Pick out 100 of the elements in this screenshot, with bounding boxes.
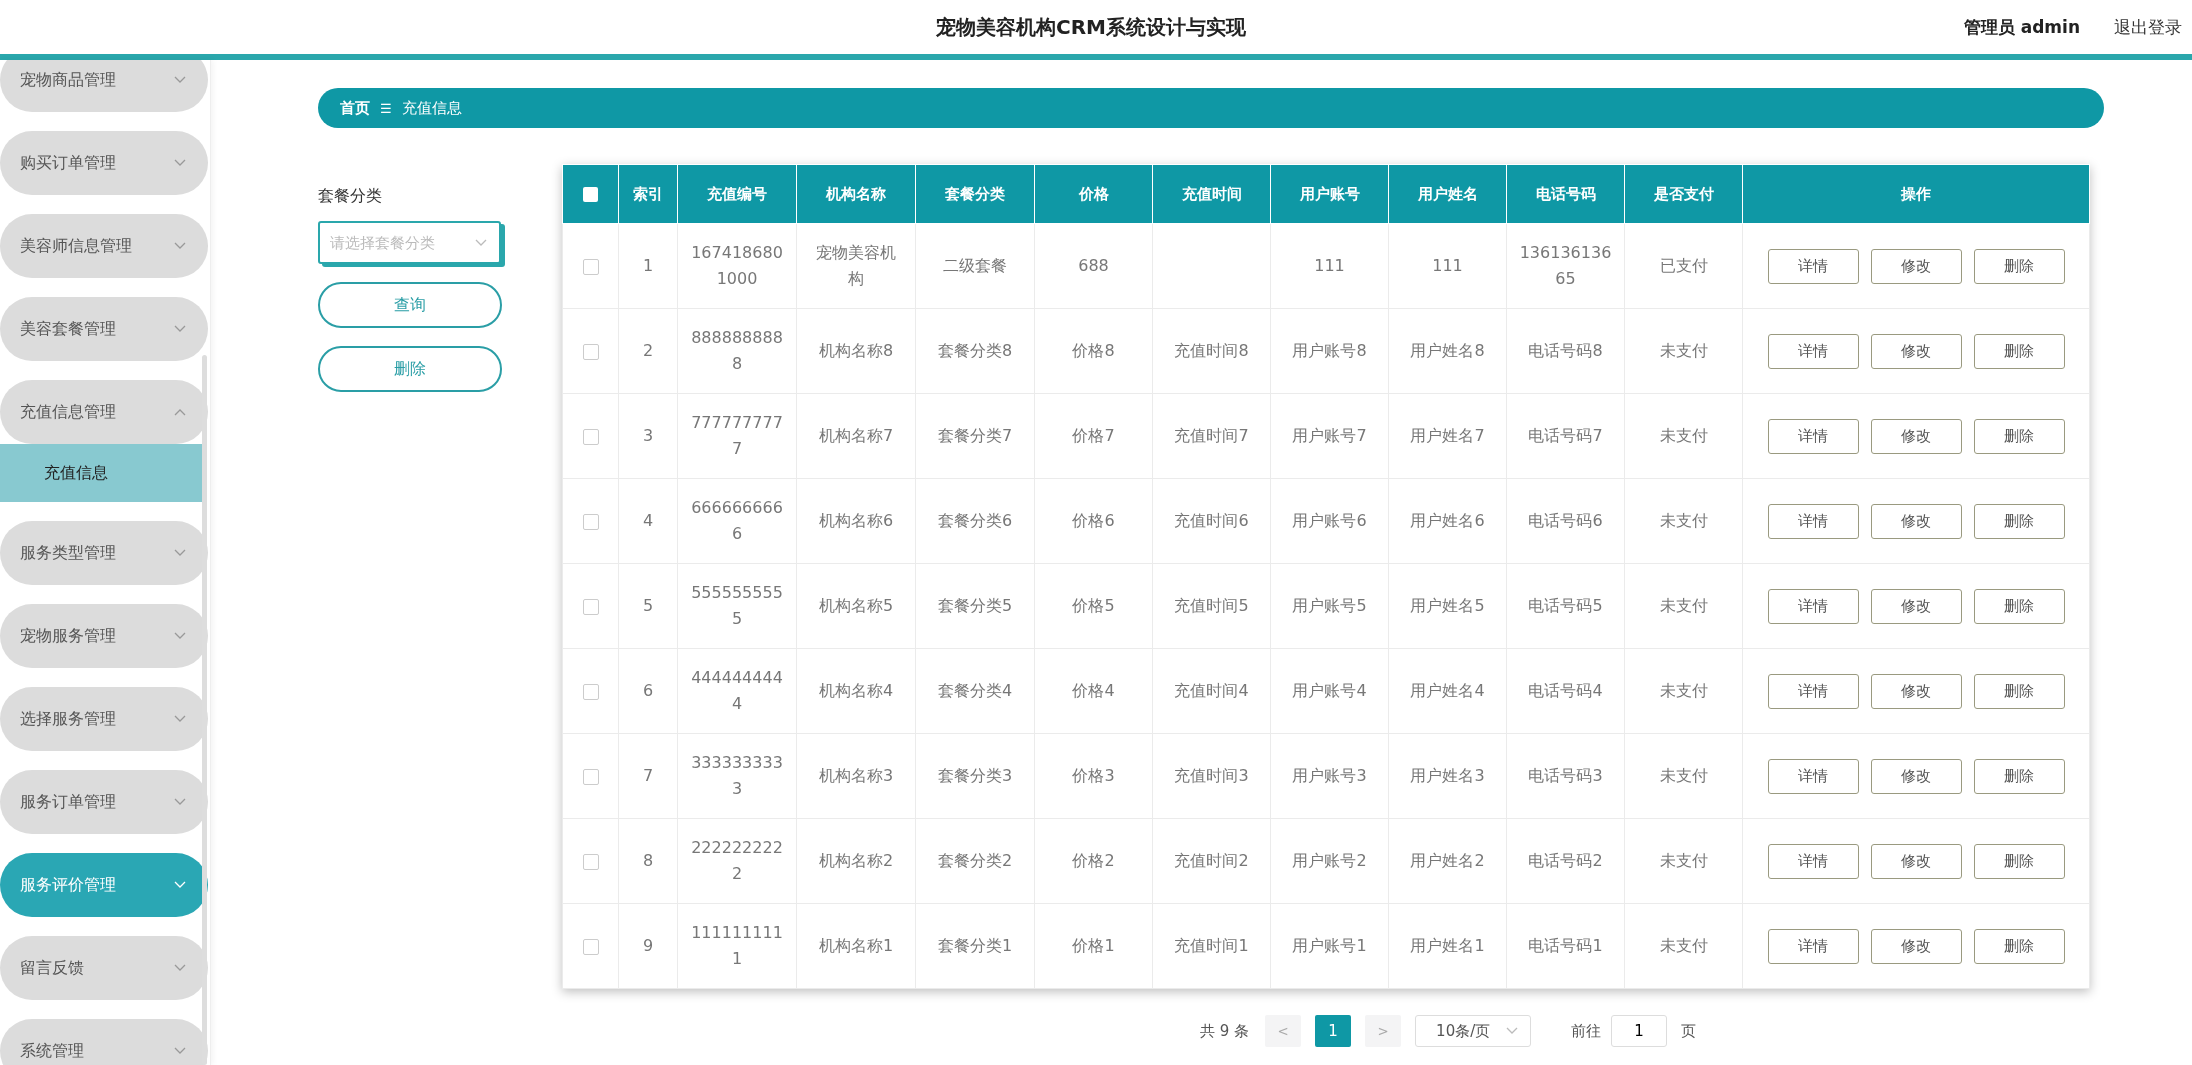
table-cell: 1674186801000	[691, 243, 783, 288]
row-action-button[interactable]: 删除	[1973, 843, 2065, 879]
table-cell: 未支付	[1659, 596, 1708, 616]
chevron-down-icon	[174, 798, 186, 806]
table-cell: 2222222222	[691, 838, 783, 883]
table-cell: 套餐分类6	[937, 511, 1013, 531]
sidebar-menu-item[interactable]: 购买订单管理	[0, 131, 208, 195]
table-cell: 7	[642, 766, 654, 786]
category-select[interactable]: 请选择套餐分类	[318, 221, 501, 264]
table-cell: 用户姓名1	[1410, 936, 1485, 956]
row-action-button[interactable]: 详情	[1767, 503, 1859, 539]
row-action-button[interactable]: 详情	[1767, 418, 1859, 454]
column-header: 是否支付	[1624, 164, 1743, 224]
row-checkbox[interactable]	[582, 768, 599, 785]
chevron-down-icon	[174, 76, 186, 84]
table-cell: 价格8	[1072, 341, 1115, 361]
table-cell: 用户姓名3	[1410, 766, 1485, 786]
row-action-button[interactable]: 修改	[1870, 928, 1962, 964]
column-header: 机构名称	[796, 164, 916, 224]
table-cell: 机构名称1	[818, 936, 894, 956]
table-cell: 套餐分类7	[937, 426, 1013, 446]
row-action-button[interactable]: 删除	[1973, 503, 2065, 539]
row-action-button[interactable]: 删除	[1973, 248, 2065, 284]
table-cell: 宠物美容机构	[816, 243, 896, 288]
row-checkbox[interactable]	[582, 513, 599, 530]
table-cell: 5	[642, 596, 654, 616]
chevron-down-icon	[1506, 1027, 1519, 1035]
row-action-button[interactable]: 删除	[1973, 333, 2065, 369]
row-action-button[interactable]: 详情	[1767, 673, 1859, 709]
sidebar-menu-item[interactable]: 美容套餐管理	[0, 297, 208, 361]
row-action-button[interactable]: 修改	[1870, 588, 1962, 624]
row-action-button[interactable]: 删除	[1973, 673, 2065, 709]
column-header: 操作	[1742, 164, 2090, 224]
row-action-button[interactable]: 修改	[1870, 758, 1962, 794]
table-cell: 3333333333	[691, 753, 783, 798]
table-cell: 价格5	[1072, 596, 1115, 616]
goto-label: 前往	[1571, 1021, 1602, 1041]
table-cell: 用户账号8	[1292, 341, 1367, 361]
table-cell: 用户账号3	[1292, 766, 1367, 786]
table-cell: 688	[1078, 256, 1109, 276]
table-cell: 充值时间1	[1174, 936, 1249, 956]
row-checkbox[interactable]	[582, 343, 599, 360]
row-checkbox[interactable]	[582, 428, 599, 445]
chevron-down-icon	[174, 549, 186, 557]
table-cell: 电话号码3	[1528, 766, 1603, 786]
sidebar-menu-item[interactable]: 宠物商品管理	[0, 60, 208, 112]
table-cell: 6666666666	[691, 498, 783, 543]
table-cell: 9	[642, 936, 654, 956]
row-action-button[interactable]: 删除	[1973, 418, 2065, 454]
table-cell: 已支付	[1659, 256, 1708, 276]
row-action-button[interactable]: 修改	[1870, 503, 1962, 539]
row-action-button[interactable]: 详情	[1767, 928, 1859, 964]
row-action-button[interactable]: 详情	[1767, 588, 1859, 624]
column-header: 用户账号	[1270, 164, 1389, 224]
sidebar-menu-item[interactable]: 美容师信息管理	[0, 214, 208, 278]
table-cell: 套餐分类2	[937, 851, 1013, 871]
row-action-button[interactable]: 详情	[1767, 248, 1859, 284]
table-cell: 用户姓名2	[1410, 851, 1485, 871]
filter-label: 套餐分类	[318, 186, 383, 207]
table-cell: 电话号码7	[1528, 426, 1603, 446]
table-cell: 8	[642, 851, 654, 871]
table-cell: 用户姓名8	[1410, 341, 1485, 361]
page-size-select[interactable]: 10条/页	[1415, 1015, 1532, 1047]
row-checkbox[interactable]	[582, 683, 599, 700]
row-action-button[interactable]: 详情	[1767, 333, 1859, 369]
row-action-button[interactable]: 详情	[1767, 758, 1859, 794]
page-suffix: 页	[1681, 1021, 1697, 1041]
row-checkbox[interactable]	[582, 258, 599, 275]
logout-link[interactable]: 退出登录	[2114, 15, 2182, 39]
table-cell: 未支付	[1659, 936, 1708, 956]
table-cell: 用户姓名6	[1410, 511, 1485, 531]
table-cell: 套餐分类4	[937, 681, 1013, 701]
row-action-button[interactable]: 修改	[1870, 418, 1962, 454]
table-cell: 用户账号4	[1292, 681, 1367, 701]
row-action-button[interactable]: 修改	[1870, 333, 1962, 369]
app-title: 宠物美容机构CRM系统设计与实现	[936, 13, 1246, 41]
row-checkbox[interactable]	[582, 853, 599, 870]
table-cell: 未支付	[1659, 681, 1708, 701]
row-checkbox[interactable]	[582, 938, 599, 955]
table-cell: 充值时间4	[1174, 681, 1249, 701]
table-cell: 套餐分类1	[937, 936, 1013, 956]
chevron-down-icon	[475, 239, 487, 247]
table-cell: 套餐分类8	[937, 341, 1013, 361]
row-action-button[interactable]: 修改	[1870, 248, 1962, 284]
table-cell: 电话号码1	[1528, 936, 1603, 956]
table-cell: 电话号码5	[1528, 596, 1603, 616]
table-cell: 充值时间2	[1174, 851, 1249, 871]
row-action-button[interactable]: 修改	[1870, 673, 1962, 709]
table-cell: 机构名称2	[818, 851, 894, 871]
table-cell: 价格1	[1072, 936, 1115, 956]
row-action-button[interactable]: 修改	[1870, 843, 1962, 879]
row-action-button[interactable]: 删除	[1973, 588, 2065, 624]
row-checkbox[interactable]	[582, 598, 599, 615]
page-input[interactable]: 1	[1611, 1015, 1668, 1047]
row-action-button[interactable]: 删除	[1973, 928, 2065, 964]
row-action-button[interactable]: 删除	[1973, 758, 2065, 794]
row-action-button[interactable]: 详情	[1767, 843, 1859, 879]
table-cell: 机构名称5	[818, 596, 894, 616]
column-header: 索引	[618, 164, 678, 224]
select-all-checkbox[interactable]	[583, 187, 598, 202]
